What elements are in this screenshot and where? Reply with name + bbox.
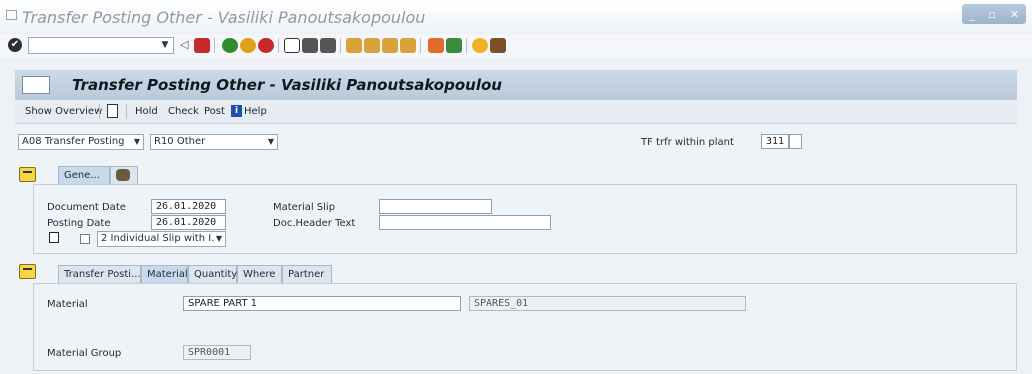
cancel-icon[interactable] (258, 38, 274, 53)
new-document-icon[interactable] (107, 104, 118, 118)
first-page-icon[interactable] (346, 38, 362, 53)
toolbar-separator (214, 38, 215, 53)
print-version-select[interactable]: 2 Individual Slip with I. ▼ (97, 231, 226, 247)
tab-general[interactable]: Gene... (58, 166, 110, 184)
chevron-down-icon: ▼ (267, 137, 274, 146)
window-title: Transfer Posting Other - Vasiliki Panout… (22, 8, 426, 27)
material-slip-field[interactable] (379, 199, 492, 214)
print-slip-icon (49, 232, 59, 243)
people-icon (116, 169, 130, 181)
movement-type-field[interactable]: 311 (761, 134, 789, 149)
special-stock-field[interactable] (789, 134, 802, 149)
document-date-label: Document Date (47, 202, 126, 213)
find-icon[interactable] (302, 38, 318, 53)
shortcut-icon[interactable] (446, 38, 462, 53)
posting-date-label: Posting Date (47, 218, 111, 229)
doc-header-text-label: Doc.Header Text (273, 218, 356, 229)
show-overview-button[interactable]: Show Overview (25, 106, 102, 117)
material-number-field: SPARES_01 (469, 296, 746, 311)
tab-where[interactable]: Where (237, 265, 282, 283)
window-menu-icon[interactable] (6, 10, 17, 20)
window-controls: _ ▫ ✕ (962, 4, 1026, 24)
info-icon[interactable]: i (231, 105, 242, 117)
toolbar-separator (99, 104, 100, 119)
previous-page-icon[interactable] (364, 38, 380, 53)
maximize-button[interactable]: ▫ (988, 8, 995, 21)
save-icon[interactable] (194, 38, 210, 53)
minimize-button[interactable]: _ (969, 8, 975, 21)
transaction-icon (22, 76, 50, 94)
toolbar-separator (278, 38, 279, 53)
material-field[interactable]: SPARE PART 1 (183, 296, 461, 311)
help-icon[interactable] (472, 38, 488, 53)
tab-partner[interactable]: Partner (282, 265, 332, 283)
customize-icon[interactable] (490, 38, 506, 53)
reference-select[interactable]: R10 Other ▼ (150, 134, 278, 150)
create-session-icon[interactable] (428, 38, 444, 53)
material-label: Material (47, 299, 88, 310)
command-field[interactable] (28, 37, 174, 54)
folder-toggle-icon[interactable] (19, 167, 36, 182)
posting-date-field[interactable]: 26.01.2020 (151, 215, 226, 230)
toolbar-separator (420, 38, 421, 53)
material-group-label: Material Group (47, 348, 122, 359)
hold-button[interactable]: Hold (135, 106, 158, 117)
material-group-field: SPR0001 (183, 345, 251, 360)
toolbar-separator (466, 38, 467, 53)
check-button[interactable]: Check (168, 106, 199, 117)
print-version-value: 2 Individual Slip with I. (101, 233, 215, 244)
tab-partner-people[interactable] (110, 166, 138, 184)
print-checkbox[interactable] (80, 234, 90, 244)
help-button[interactable]: Help (244, 106, 267, 117)
print-icon[interactable] (284, 38, 300, 53)
post-button[interactable]: Post (204, 106, 225, 117)
find-next-icon[interactable] (320, 38, 336, 53)
application-toolbar (15, 101, 1017, 124)
back-arrow-icon[interactable] (222, 38, 238, 53)
reference-select-value: R10 Other (154, 136, 206, 147)
transaction-select[interactable]: A08 Transfer Posting ▼ (18, 134, 144, 150)
document-date-field[interactable]: 26.01.2020 (151, 199, 226, 214)
last-page-icon[interactable] (400, 38, 416, 53)
tab-quantity[interactable]: Quantity (188, 265, 237, 283)
chevron-down-icon: ▼ (215, 234, 222, 243)
folder-toggle-icon[interactable] (19, 264, 36, 279)
next-page-icon[interactable] (382, 38, 398, 53)
close-button[interactable]: ✕ (1010, 8, 1019, 21)
toolbar-separator (340, 38, 341, 53)
doc-header-text-field[interactable] (379, 215, 551, 230)
command-dropdown-icon[interactable]: ▼ (156, 37, 174, 54)
material-slip-label: Material Slip (273, 202, 336, 213)
chevron-down-icon: ▼ (133, 137, 140, 146)
page-title: Transfer Posting Other - Vasiliki Panout… (72, 76, 502, 94)
exit-icon[interactable] (240, 38, 256, 53)
enter-check-icon[interactable]: ✔ (8, 38, 22, 52)
transaction-select-value: A08 Transfer Posting (22, 136, 125, 147)
movement-type-label: TF trfr within plant (641, 137, 734, 148)
tab-transfer-posting[interactable]: Transfer Posti... (58, 265, 141, 283)
toolbar-separator (126, 104, 127, 119)
tab-material[interactable]: Material (141, 265, 188, 283)
